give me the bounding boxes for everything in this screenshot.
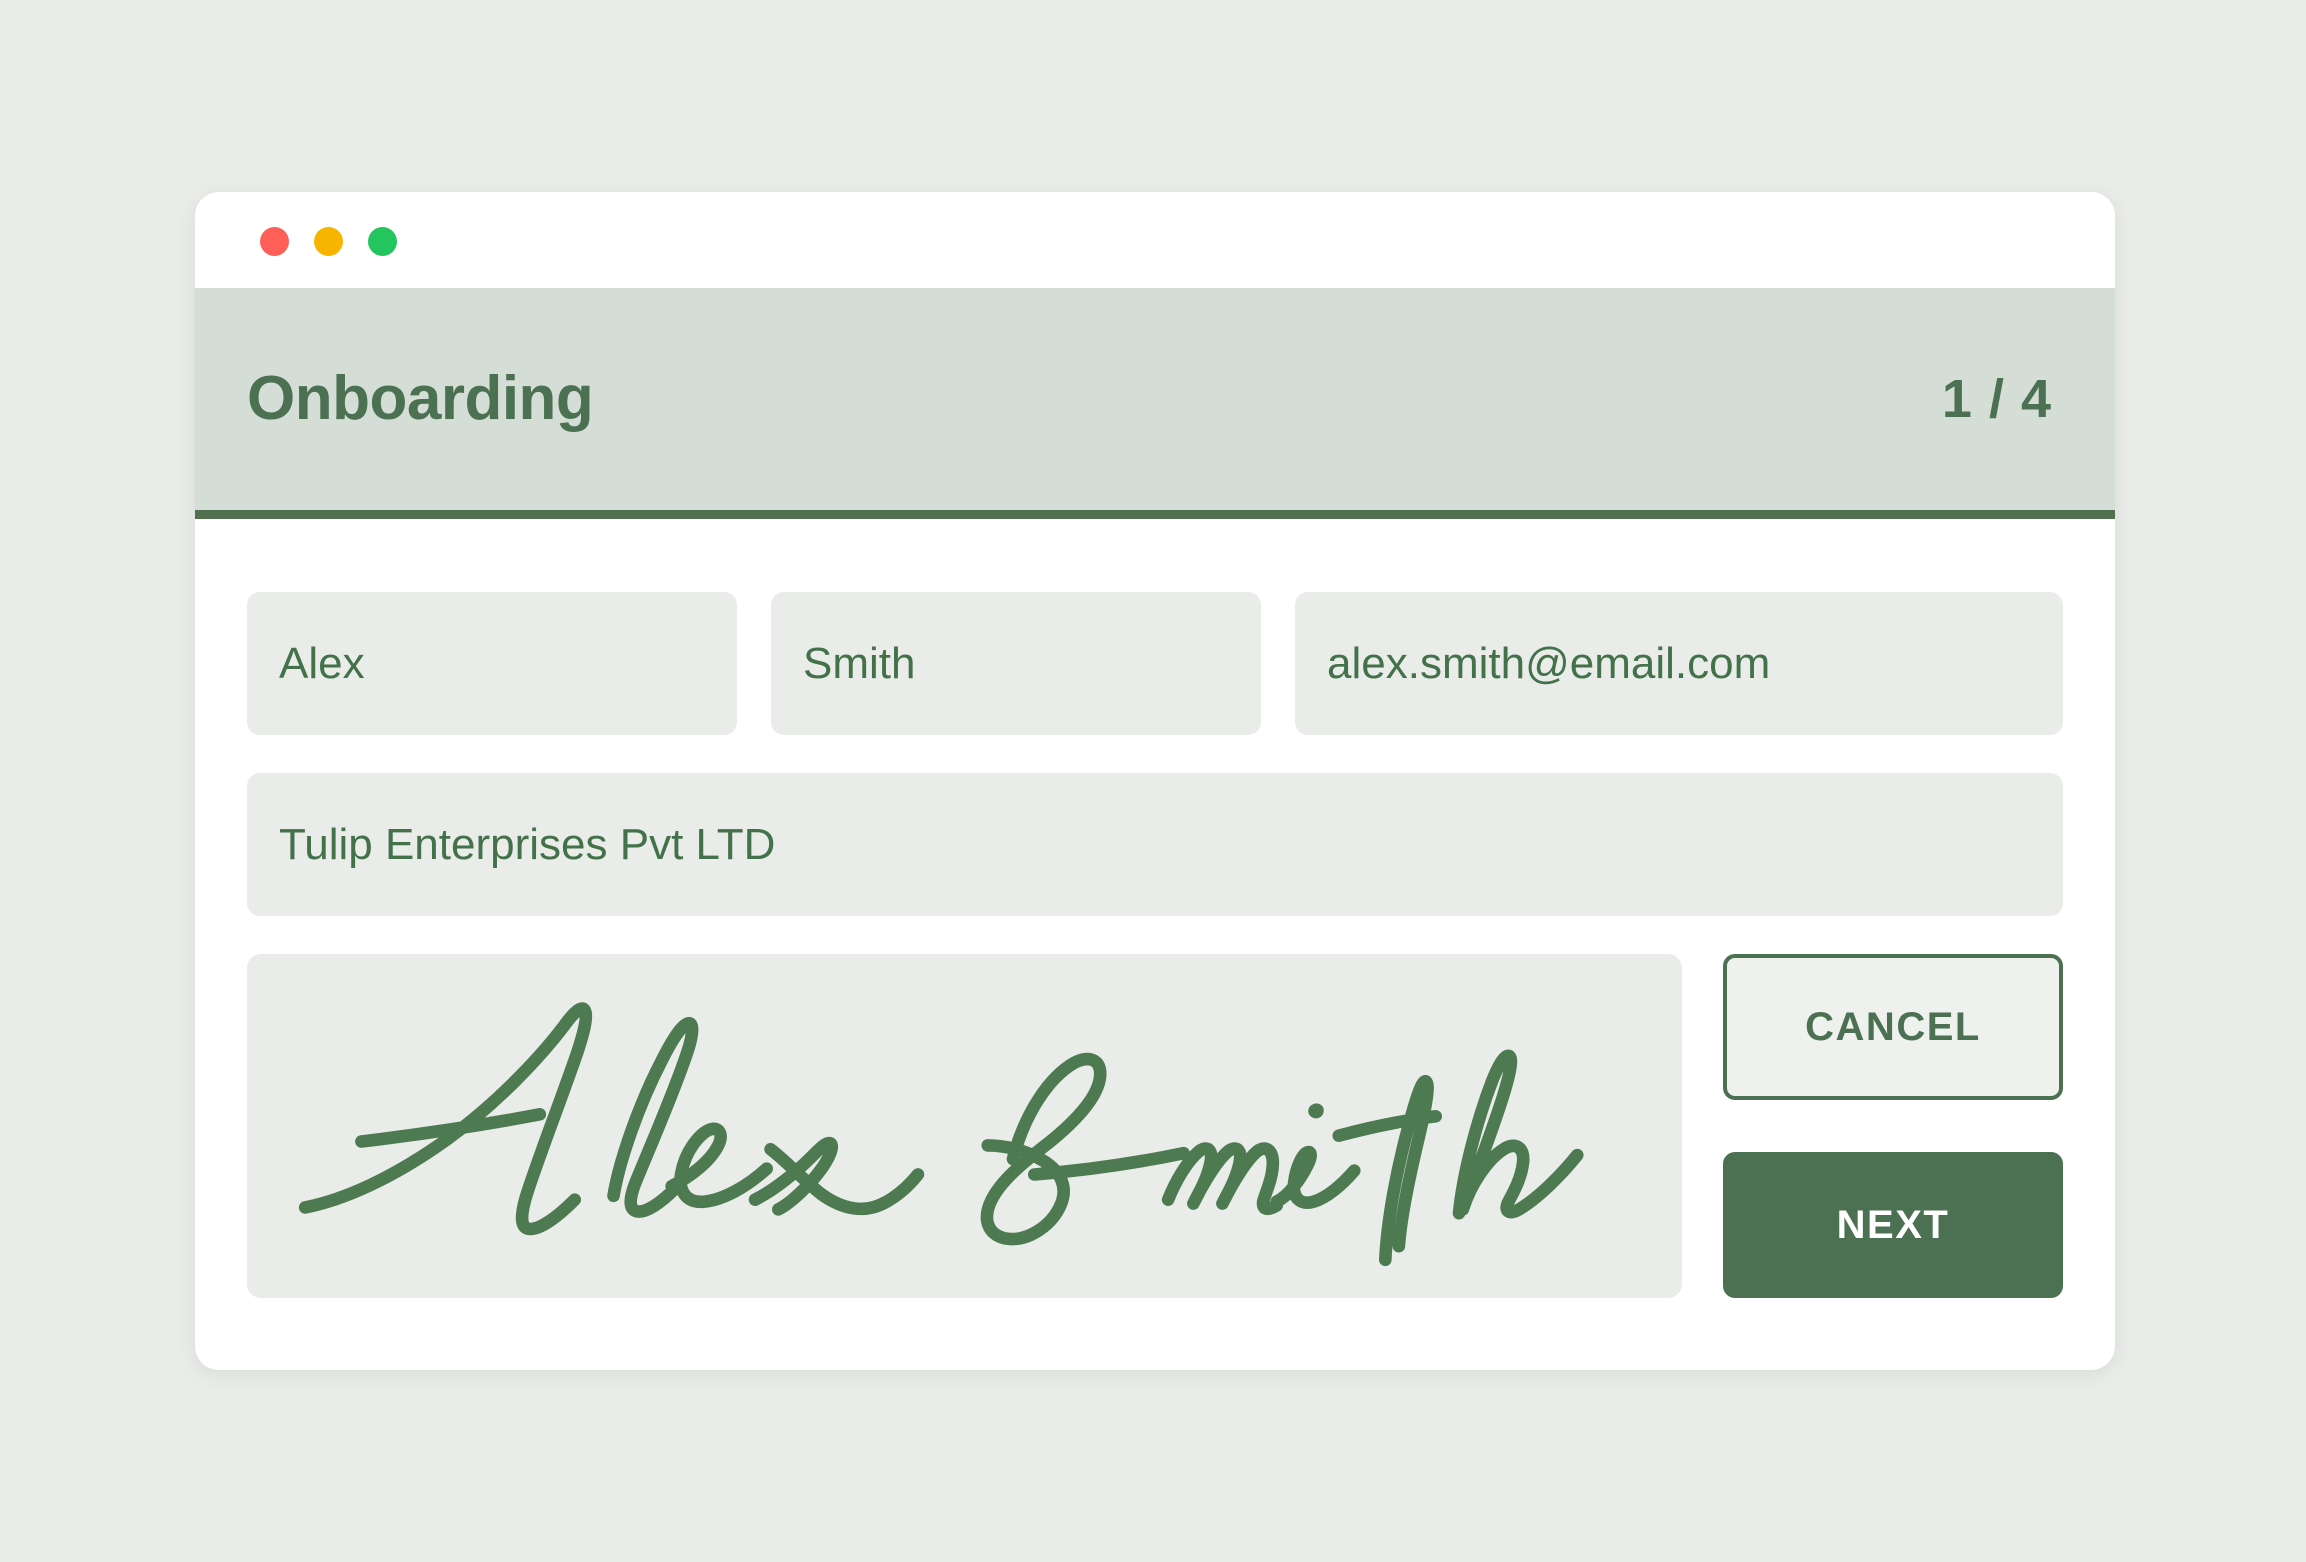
signature-actions-row: CANCEL NEXT — [247, 954, 2063, 1298]
onboarding-header: Onboarding 1 / 4 — [195, 288, 2115, 510]
traffic-light-controls — [260, 227, 397, 256]
minimize-window-icon[interactable] — [314, 227, 343, 256]
app-background: Onboarding 1 / 4 Alex Smith alex.smith@e… — [0, 0, 2306, 1562]
first-name-field[interactable]: Alex — [247, 592, 737, 735]
email-field[interactable]: alex.smith@email.com — [1295, 592, 2063, 735]
window-titlebar — [195, 192, 2115, 288]
last-name-value: Smith — [803, 638, 916, 688]
signature-ink — [298, 1002, 1584, 1267]
company-value: Tulip Enterprises Pvt LTD — [279, 819, 776, 869]
last-name-field[interactable]: Smith — [771, 592, 1261, 735]
step-counter: 1 / 4 — [1941, 369, 2052, 429]
email-value: alex.smith@email.com — [1327, 638, 1771, 688]
company-field[interactable]: Tulip Enterprises Pvt LTD — [247, 773, 2063, 916]
form-actions: CANCEL NEXT — [1723, 954, 2063, 1298]
signature-pad[interactable] — [247, 954, 1682, 1298]
onboarding-window: Onboarding 1 / 4 Alex Smith alex.smith@e… — [195, 192, 2115, 1370]
maximize-window-icon[interactable] — [368, 227, 397, 256]
page-title: Onboarding — [247, 364, 594, 433]
header-divider — [195, 510, 2115, 519]
cancel-button[interactable]: CANCEL — [1723, 954, 2063, 1100]
first-name-value: Alex — [279, 638, 365, 688]
next-button-label: NEXT — [1836, 1202, 1950, 1247]
close-window-icon[interactable] — [260, 227, 289, 256]
onboarding-form: Alex Smith alex.smith@email.com Tulip En… — [195, 519, 2115, 1370]
next-button[interactable]: NEXT — [1723, 1152, 2063, 1298]
name-email-row: Alex Smith alex.smith@email.com — [247, 592, 2063, 735]
cancel-button-label: CANCEL — [1805, 1004, 1981, 1049]
